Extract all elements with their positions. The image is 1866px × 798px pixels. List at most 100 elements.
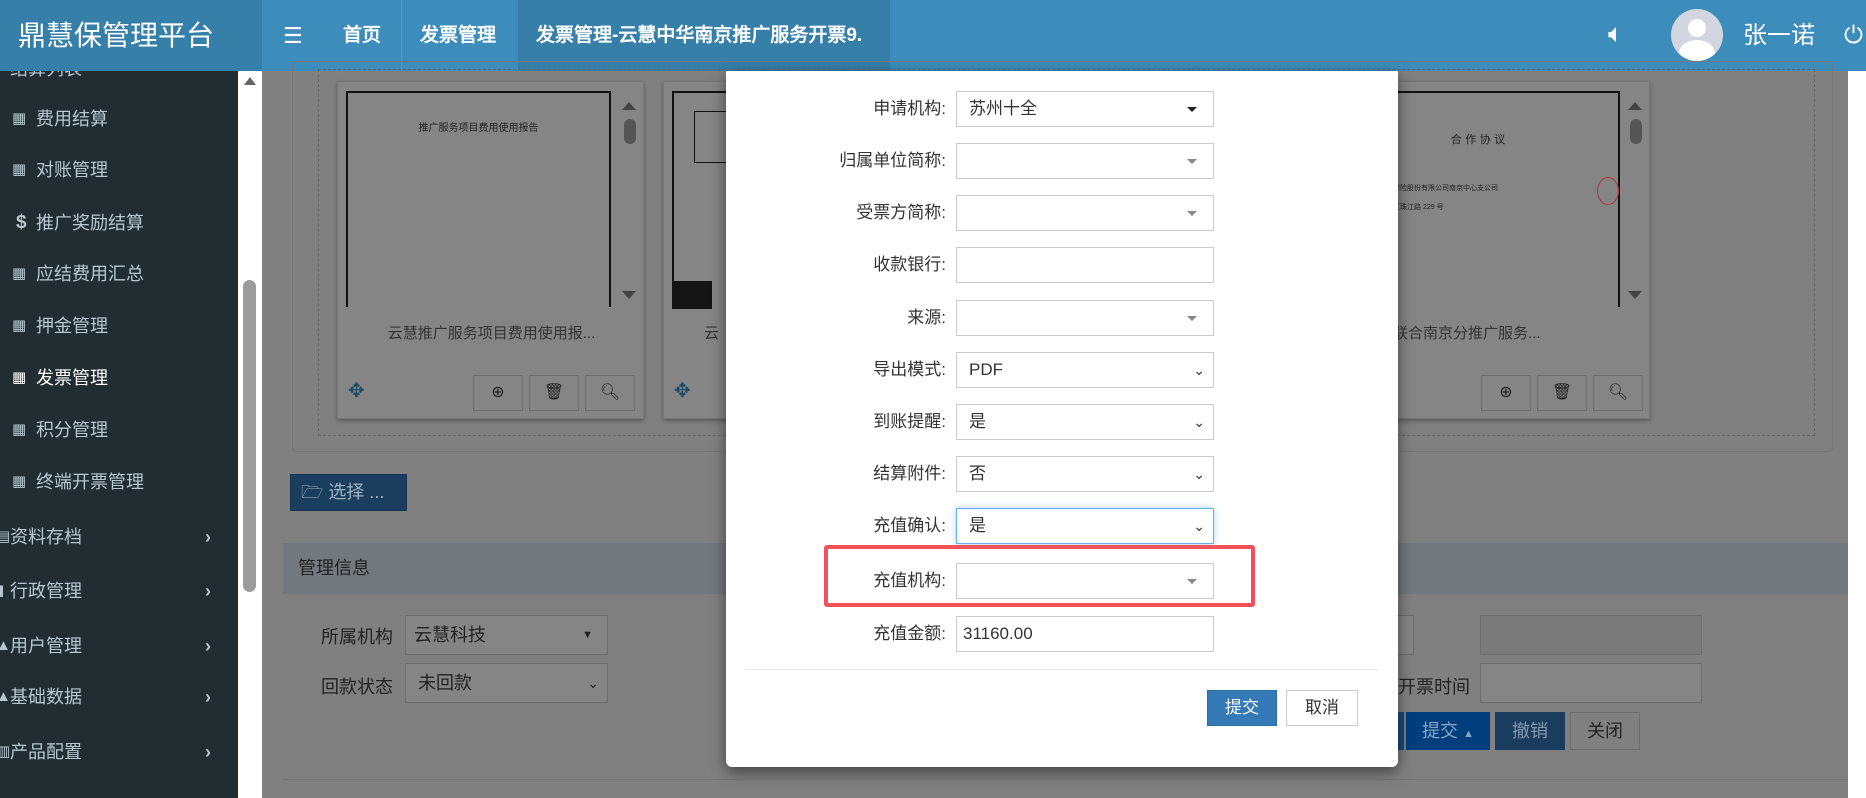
chevron-down-icon: ⌄	[1193, 414, 1205, 430]
revoke-button[interactable]: 撤销	[1495, 712, 1565, 750]
settlement-attachment-select[interactable]: 否 ⌄	[956, 456, 1214, 492]
delete-button[interactable]: 🗑︎	[1537, 375, 1587, 411]
download-button[interactable]: ⊕	[1481, 375, 1531, 411]
sidebar-group[interactable]: ▤ 资料存档 ›	[0, 517, 238, 557]
field-recipient-abbr: 受票方简称:	[726, 195, 1398, 231]
chevron-down-icon: ⌄	[1193, 362, 1205, 378]
field-applicant-org: 申请机构: 苏州十全	[726, 91, 1398, 127]
power-icon[interactable]: ⏻	[1844, 0, 1863, 71]
download-button[interactable]: ⊕	[473, 375, 523, 411]
sidebar-item[interactable]: ▦ 对账管理	[0, 150, 238, 190]
sidebar-item-active[interactable]: ▦ 发票管理	[0, 358, 238, 398]
arrival-reminder-select[interactable]: 是 ⌄	[956, 404, 1214, 440]
unit-abbr-select[interactable]	[956, 143, 1214, 179]
bank-input[interactable]	[956, 247, 1214, 283]
modal-submit-button[interactable]: 提交	[1207, 690, 1277, 726]
recharge-confirm-select[interactable]: 是 ⌄	[956, 508, 1214, 544]
scroll-down-icon[interactable]	[622, 291, 636, 299]
grid-icon: ▦	[12, 110, 27, 127]
caret-down-icon	[1187, 211, 1197, 216]
close-button[interactable]: 关闭	[1570, 712, 1640, 750]
sidebar: 结算列表 ▦费用结算 ▦对账管理 $推广奖励结算 ▦应结费用汇总 ▦押金管理 ▦…	[0, 71, 238, 798]
mgmt-submit-button[interactable]: 提交 ▲	[1406, 712, 1490, 750]
field-unit-abbr: 归属单位简称:	[726, 143, 1398, 179]
delete-button[interactable]: 🗑︎	[529, 375, 579, 411]
payment-status-label: 回款状态	[321, 677, 393, 697]
org-select[interactable]: 云慧科技 ▼	[405, 615, 608, 655]
scroll-up-icon[interactable]	[244, 77, 256, 85]
recharge-amount-input[interactable]: 31160.00	[956, 616, 1214, 652]
sidebar-item[interactable]: ▦ 应结费用汇总	[0, 254, 238, 294]
app-logo[interactable]: 鼎慧保管理平台	[0, 0, 262, 71]
preview-scroll-thumb[interactable]	[624, 119, 636, 144]
text-field-disabled	[1480, 615, 1702, 655]
sidebar-group[interactable]: ▲ 基础数据 ›	[0, 677, 238, 717]
payment-status-select[interactable]: 未回款 ⌄	[405, 663, 608, 703]
sidebar-item[interactable]: $ 推广奖励结算	[0, 203, 238, 243]
invoice-time-input[interactable]	[1480, 663, 1702, 703]
applicant-org-select[interactable]: 苏州十全	[956, 91, 1214, 127]
sidebar-group[interactable]: ▥ 产品配置 ›	[0, 732, 238, 772]
chevron-right-icon: ›	[205, 636, 211, 656]
sidebar-scrollbar[interactable]	[238, 71, 262, 798]
file-card: 合 作 协 议 联合财产保险股份有限公司南京中心支公司 京市玄武区珠江路 229…	[1362, 81, 1650, 419]
move-icon[interactable]: ✥	[674, 378, 691, 403]
scroll-down-icon[interactable]	[1628, 291, 1642, 299]
chevron-down-icon: ⌄	[1193, 518, 1205, 534]
field-source: 来源:	[726, 300, 1398, 336]
admin-icon: ▮	[0, 582, 5, 599]
scrollbar-thumb[interactable]	[243, 280, 256, 592]
zoom-button[interactable]: 🔍︎	[585, 375, 635, 411]
seal-stamp	[1597, 177, 1619, 205]
modal-cancel-button[interactable]: 取消	[1286, 690, 1358, 726]
select-file-button[interactable]: 🗁 选择 ...	[290, 474, 407, 511]
caret-down-icon	[1187, 159, 1197, 164]
file-preview: 合 作 协 议 联合财产保险股份有限公司南京中心支公司 京市玄武区珠江路 229…	[1363, 91, 1620, 307]
field-export-mode: 导出模式: PDF ⌄	[726, 352, 1398, 388]
recipient-abbr-select[interactable]	[956, 195, 1214, 231]
file-name: 云慧推广服务项目费用使用报...	[387, 325, 596, 342]
chevron-right-icon: ›	[205, 742, 211, 762]
speaker-icon[interactable]: 🔈︎	[1608, 18, 1624, 50]
sidebar-item[interactable]: ▦ 积分管理	[0, 410, 238, 450]
field-arrival-reminder: 到账提醒: 是 ⌄	[726, 404, 1398, 440]
avatar[interactable]	[1671, 9, 1723, 61]
field-settlement-attachment: 结算附件: 否 ⌄	[726, 456, 1398, 492]
sidebar-item[interactable]: ▦ 押金管理	[0, 306, 238, 346]
org-label: 所属机构	[321, 627, 393, 647]
highlight-box	[824, 545, 1255, 607]
zoom-button[interactable]: 🔍︎	[1593, 375, 1643, 411]
export-mode-select[interactable]: PDF ⌄	[956, 352, 1214, 388]
modal-footer-divider	[745, 669, 1378, 670]
field-recharge-amount: 充值金额: 31160.00	[726, 616, 1398, 652]
source-select[interactable]	[956, 300, 1214, 336]
folder-open-icon: 🗁	[301, 482, 329, 502]
caret-down-icon	[1187, 316, 1197, 321]
sidebar-group[interactable]: ▮ 行政管理 ›	[0, 571, 238, 611]
grid-icon: ▦	[12, 421, 27, 438]
field-recharge-confirm: 充值确认: 是 ⌄	[726, 508, 1398, 544]
grid-icon: ▦	[12, 369, 27, 386]
grid-icon: ▦	[12, 317, 27, 334]
sidebar-item[interactable]: ▦ 终端开票管理	[0, 462, 238, 502]
chevron-right-icon: ›	[205, 527, 211, 547]
sidebar-group[interactable]: ▲ 用户管理 ›	[0, 626, 238, 666]
caret-up-icon: ▲	[1463, 728, 1474, 740]
scroll-up-icon[interactable]	[1628, 102, 1642, 110]
file-name: 云	[704, 325, 720, 342]
move-icon[interactable]: ✥	[348, 378, 365, 403]
recharge-modal: 申请机构: 苏州十全 归属单位简称: 受票方简称: 收款银行: 来源: 导出模式:…	[726, 71, 1398, 767]
chevron-right-icon: ›	[205, 687, 211, 707]
sidebar-item[interactable]: ▦ 费用结算	[0, 99, 238, 139]
page-scrollbar[interactable]	[1848, 71, 1866, 798]
invoice-time-label: 开票时间	[1398, 677, 1470, 697]
chevron-down-icon: ⌄	[1193, 466, 1205, 482]
sidebar-item-partial[interactable]: 结算列表	[0, 71, 238, 89]
preview-scroll-thumb[interactable]	[1630, 119, 1642, 144]
dollar-icon: $	[16, 212, 27, 233]
folder-icon: ▤	[0, 528, 11, 545]
file-preview: 推广服务项目费用使用报告	[346, 91, 611, 307]
grid-icon: ▦	[12, 265, 27, 282]
field-bank: 收款银行:	[726, 247, 1398, 283]
scroll-up-icon[interactable]	[622, 102, 636, 110]
